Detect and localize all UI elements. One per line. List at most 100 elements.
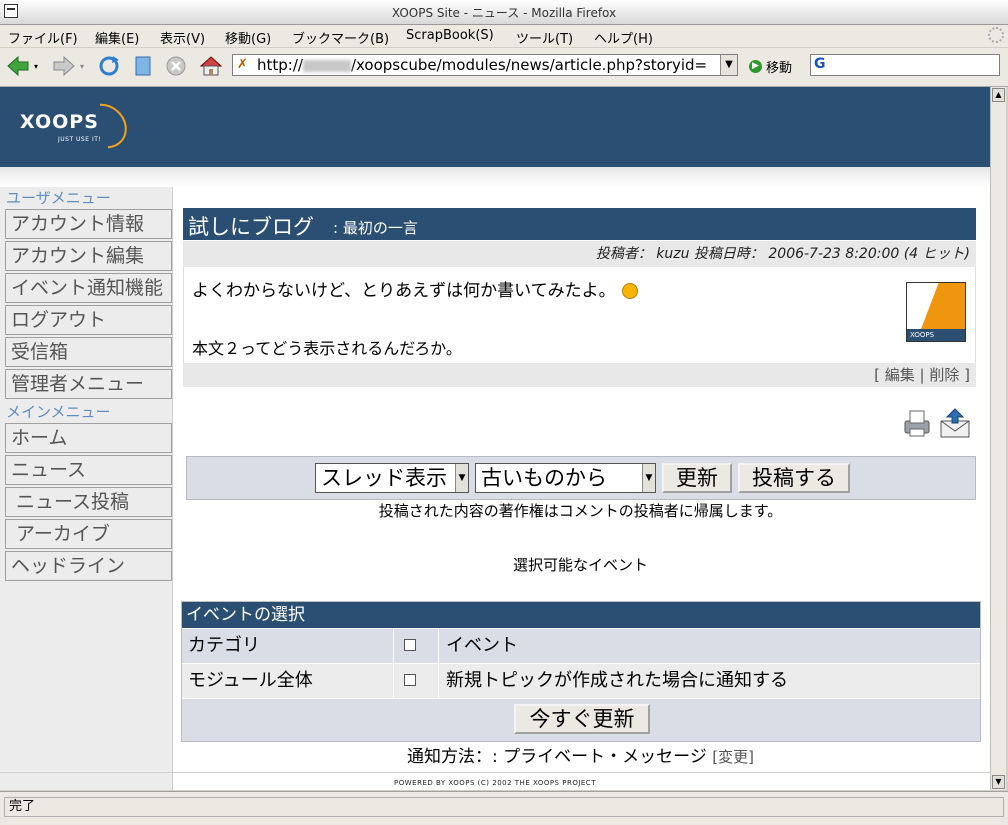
navigation-toolbar: ▾ ▾ ✗ http:// /xoopscube/modules/news/art… <box>0 48 1008 87</box>
story-title-bar: 試しにブログ : 最初の一言 <box>183 208 976 240</box>
footer-divider <box>0 772 990 773</box>
comment-mode-value: スレッド表示 <box>321 466 447 490</box>
forward-history-dropdown-icon[interactable]: ▾ <box>76 53 88 79</box>
forward-icon[interactable] <box>50 53 76 79</box>
menu-tools[interactable]: ツール(T) <box>516 28 573 47</box>
sidebar-item-admin-menu[interactable]: 管理者メニュー <box>5 369 172 399</box>
printer-icon[interactable] <box>901 407 933 439</box>
url-redacted-host <box>302 59 351 72</box>
sidebar-item-account-edit[interactable]: アカウント編集 <box>5 241 172 271</box>
go-icon: ▶ <box>749 60 762 73</box>
sidebar-item-inbox[interactable]: 受信箱 <box>5 337 172 367</box>
url-dropdown-icon[interactable]: ▼ <box>720 55 737 75</box>
chevron-down-icon: ▼ <box>642 464 655 492</box>
comment-mode-select[interactable]: スレッド表示 ▼ <box>315 463 469 493</box>
notification-table-title: イベントの選択 <box>182 602 980 628</box>
stop-icon[interactable] <box>163 53 189 79</box>
sidebar-item-news-submit[interactable]: ニュース投稿 <box>5 487 172 517</box>
menu-help[interactable]: ヘルプ(H) <box>594 28 653 47</box>
reload-icon[interactable] <box>96 53 122 79</box>
story-topic-link[interactable]: 試しにブログ <box>188 211 314 241</box>
notification-method-change-link[interactable]: [変更] <box>712 748 754 766</box>
notification-method: 通知方法：: プライベート・メッセージ [変更] <box>183 742 978 767</box>
topic-image-shape <box>921 283 965 329</box>
scroll-up-icon[interactable]: ▲ <box>992 88 1005 102</box>
sidebar-item-notifications[interactable]: イベント通知機能 <box>5 273 172 303</box>
main-menu-title: メインメニュー <box>6 403 111 421</box>
menu-edit[interactable]: 編集(E) <box>95 28 139 47</box>
notification-caption: 選択可能なイベント <box>512 556 648 574</box>
email-friend-icon[interactable] <box>939 407 971 439</box>
menu-view[interactable]: 表示(V) <box>160 28 205 47</box>
scroll-down-icon[interactable]: ▼ <box>992 775 1005 789</box>
comment-refresh-button[interactable]: 更新 <box>662 463 732 493</box>
xoops-logo[interactable]: XOOPS JUST USE IT! <box>18 94 138 158</box>
home-icon[interactable] <box>198 53 224 79</box>
vertical-scrollbar[interactable]: ▲ ▼ <box>990 87 1006 790</box>
site-favicon-icon: ✗ <box>237 57 248 72</box>
menu-bookmarks[interactable]: ブックマーク(B) <box>292 28 389 47</box>
topic-image-label: XOOPS <box>907 329 965 341</box>
notification-event: イベント <box>446 635 518 656</box>
go-label: 移動 <box>766 61 793 76</box>
bookmark-sidebar-icon[interactable] <box>130 53 156 79</box>
site-header: XOOPS JUST USE IT! <box>0 87 990 167</box>
notification-checkbox[interactable] <box>404 674 416 686</box>
sidebar-item-archive[interactable]: アーカイブ <box>5 519 172 549</box>
throbber-icon <box>988 27 1004 43</box>
footer-powered-by: POWERED BY XOOPS (C) 2002 THE XOOPS PROJ… <box>394 779 596 787</box>
header-gradient <box>0 167 990 187</box>
story-body-line1: よくわからないけど、とりあえずは何か書いてみたよ。 <box>192 276 638 301</box>
story-admin-links[interactable]: [ 編集 | 削除 ] <box>183 363 976 387</box>
chevron-down-icon: ▼ <box>455 464 468 492</box>
menu-scrapbook[interactable]: ScrapBook(S) <box>406 28 494 43</box>
logo-swoosh-icon <box>72 94 136 158</box>
url-path: /xoopscube/modules/news/article.php?stor… <box>350 56 708 74</box>
url-text: http:// /xoopscube/modules/news/article.p… <box>257 56 725 74</box>
comment-controls: スレッド表示 ▼ 古いものから ▼ 更新 投稿する <box>186 456 976 500</box>
url-bar[interactable]: ✗ http:// /xoopscube/modules/news/article… <box>232 54 738 76</box>
status-text: 完了 <box>4 797 1004 817</box>
notification-category: モジュール全体 <box>182 664 394 698</box>
user-menu-title: ユーザメニュー <box>6 189 111 207</box>
notification-method-label: 通知方法：: プライベート・メッセージ <box>407 747 707 767</box>
statusbar: 完了 <box>0 791 1008 825</box>
back-history-dropdown-icon[interactable]: ▾ <box>30 53 42 79</box>
story-title: : 最初の一言 <box>333 219 418 237</box>
smiley-icon <box>621 283 638 299</box>
sidebar: ユーザメニュー アカウント情報 アカウント編集 イベント通知機能 ログアウト 受… <box>0 187 173 790</box>
comment-post-button[interactable]: 投稿する <box>738 463 850 493</box>
notification-table-footer: 今すぐ更新 <box>182 698 980 741</box>
notification-category: カテゴリ <box>182 629 394 663</box>
menu-file[interactable]: ファイル(F) <box>8 28 78 47</box>
story-body-line1-text: よくわからないけど、とりあえずは何か書いてみたよ。 <box>192 281 616 301</box>
notification-checkbox-cell <box>394 629 439 663</box>
notification-row: カテゴリ イベント <box>182 628 980 663</box>
window-titlebar: XOOPS Site - ニュース - Mozilla Firefox <box>0 0 1008 25</box>
back-icon[interactable] <box>6 53 32 79</box>
story-body-line2: 本文２ってどう表示されるんだろか。 <box>192 339 462 358</box>
sidebar-item-logout[interactable]: ログアウト <box>5 305 172 335</box>
search-input[interactable]: G <box>810 54 1000 76</box>
sidebar-item-account-info[interactable]: アカウント情報 <box>5 209 172 239</box>
comment-order-value: 古いものから <box>481 466 607 490</box>
notification-checkbox[interactable] <box>404 639 416 651</box>
update-now-button[interactable]: 今すぐ更新 <box>514 704 650 734</box>
menubar: ファイル(F) 編集(E) 表示(V) 移動(G) ブックマーク(B) Scra… <box>0 25 1008 47</box>
url-prefix: http:// <box>257 56 303 74</box>
sidebar-item-news[interactable]: ニュース <box>5 455 172 485</box>
topic-image[interactable]: XOOPS <box>906 282 966 342</box>
menu-go[interactable]: 移動(G) <box>225 28 271 47</box>
page-viewport: XOOPS JUST USE IT! ユーザメニュー アカウント情報 アカウント… <box>0 87 990 790</box>
story-body: よくわからないけど、とりあえずは何か書いてみたよ。 本文２ってどう表示されるんだ… <box>183 267 976 363</box>
notification-table: イベントの選択 カテゴリ イベント モジュール全体 新規トピックが作成された場合… <box>181 601 981 742</box>
sidebar-item-home[interactable]: ホーム <box>5 423 172 453</box>
search-engine-icon[interactable]: G <box>814 56 826 72</box>
notification-event: 新規トピックが作成された場合に通知する <box>446 670 788 691</box>
go-button[interactable]: ▶ 移動 <box>749 57 792 76</box>
comment-order-select[interactable]: 古いものから ▼ <box>475 463 656 493</box>
comment-copyright-notice: 投稿された内容の著作権はコメントの投稿者に帰属します。 <box>378 502 783 520</box>
story-meta: 投稿者： kuzu 投稿日時： 2006-7-23 8:20:00 (4 ヒット… <box>183 241 976 267</box>
sidebar-item-headlines[interactable]: ヘッドライン <box>5 551 172 581</box>
window-title: XOOPS Site - ニュース - Mozilla Firefox <box>391 6 617 20</box>
